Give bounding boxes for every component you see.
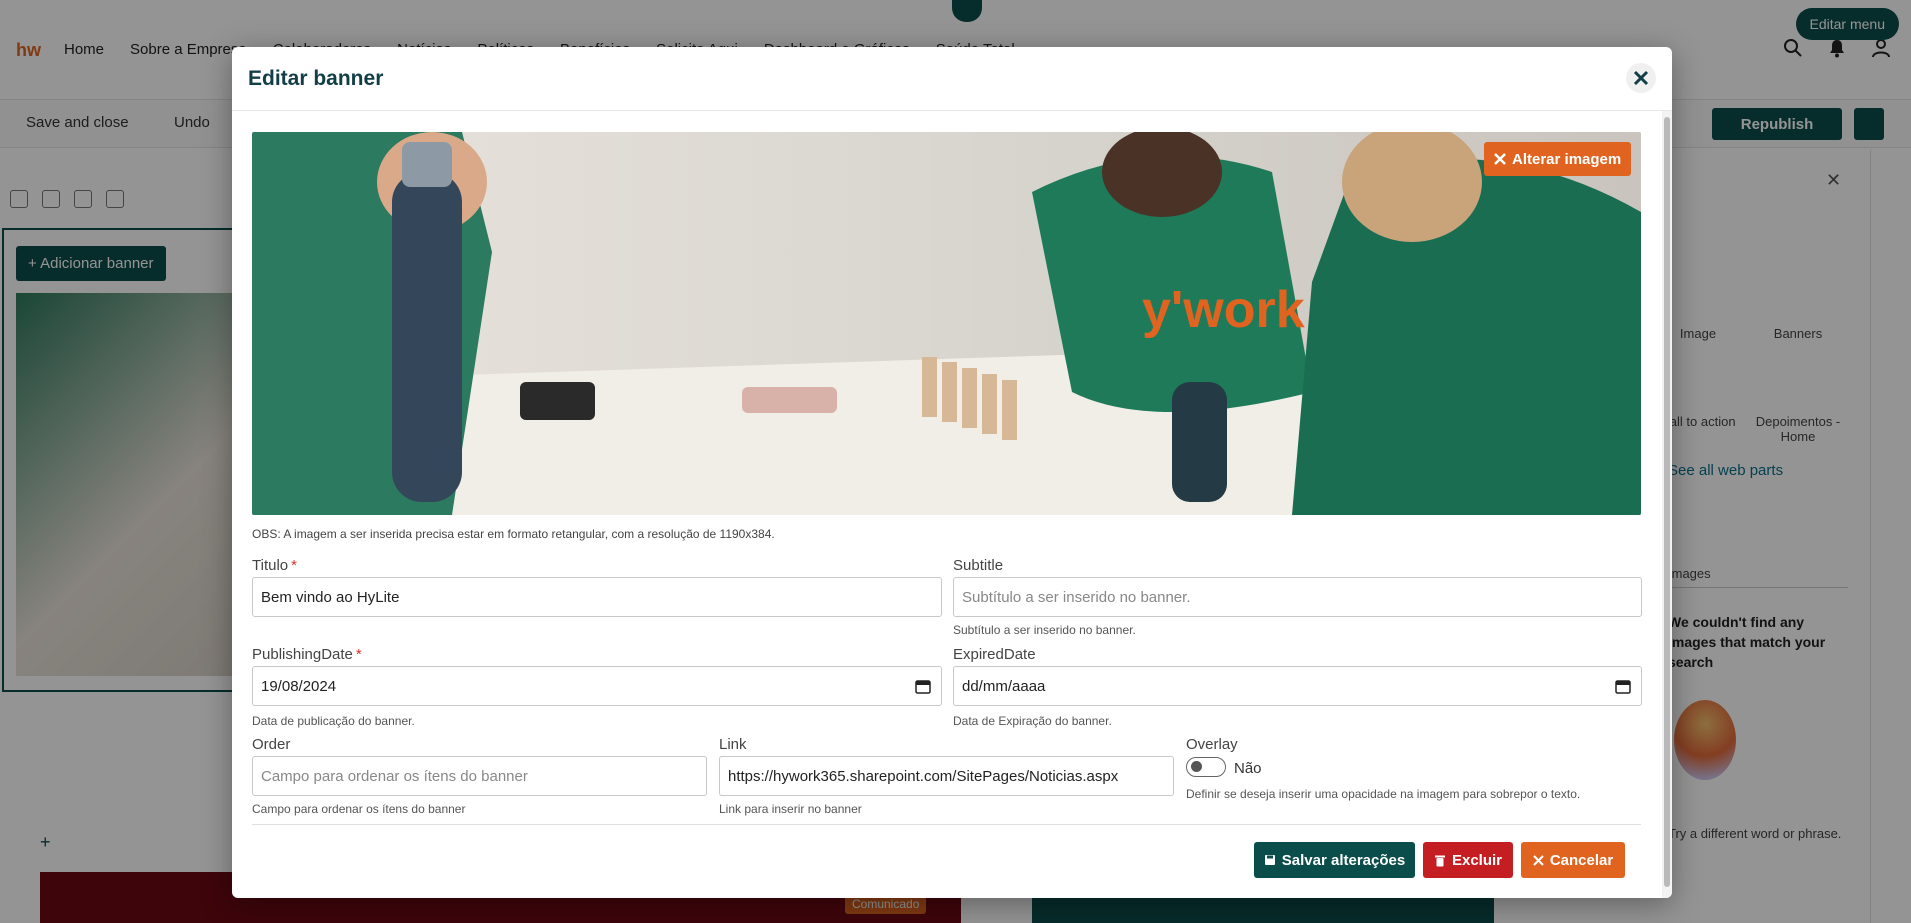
- edit-banner-modal: Editar banner y'work Alterar imagem OBS:…: [232, 47, 1672, 898]
- change-image-button[interactable]: Alterar imagem: [1484, 142, 1632, 176]
- image-note: OBS: A imagem a ser inserida precisa est…: [252, 527, 775, 541]
- close-icon: [1633, 70, 1649, 86]
- floppy-icon: [1264, 855, 1275, 865]
- titulo-label-text: Titulo: [252, 557, 289, 574]
- toggle-knob: [1191, 761, 1202, 772]
- publishing-date-label: PublishingDate *: [252, 646, 362, 663]
- order-label: Order: [252, 736, 291, 753]
- overlay-help: Definir se deseja inserir uma opacidade …: [1186, 787, 1581, 801]
- save-changes-label: Salvar alterações: [1281, 851, 1406, 869]
- banner-image: y'work: [252, 132, 1641, 515]
- trash-icon: [1434, 855, 1445, 866]
- expired-date-input[interactable]: dd/mm/aaaa: [953, 666, 1642, 706]
- publishing-date-value: 19/08/2024: [261, 677, 337, 695]
- link-label: Link: [719, 736, 747, 753]
- required-marker: *: [291, 557, 297, 574]
- modal-scrollbar-thumb[interactable]: [1664, 117, 1670, 887]
- footer-divider: [252, 824, 1641, 825]
- required-marker: *: [355, 646, 362, 663]
- close-icon: [1533, 854, 1544, 866]
- modal-header: Editar banner: [232, 47, 1672, 111]
- titulo-label: Titulo *: [252, 557, 297, 574]
- expired-date-value: dd/mm/aaaa: [962, 677, 1046, 695]
- cancel-button[interactable]: Cancelar: [1521, 842, 1625, 878]
- modal-title: Editar banner: [248, 67, 384, 90]
- calendar-icon[interactable]: [915, 678, 931, 694]
- publishing-date-input[interactable]: 19/08/2024: [252, 666, 942, 706]
- save-changes-button[interactable]: Salvar alterações: [1254, 842, 1415, 878]
- expired-date-help: Data de Expiração do banner.: [953, 714, 1112, 728]
- order-help: Campo para ordenar os ítens do banner: [252, 802, 466, 816]
- order-input[interactable]: Campo para ordenar os ítens do banner: [252, 756, 707, 796]
- overlay-toggle[interactable]: [1186, 757, 1226, 777]
- overlay-toggle-state: Não: [1234, 760, 1262, 777]
- change-image-label: Alterar imagem: [1512, 150, 1622, 168]
- subtitle-input[interactable]: Subtítulo a ser inserido no banner.: [953, 577, 1642, 617]
- svg-text:y'work: y'work: [1142, 281, 1305, 339]
- overlay-label: Overlay: [1186, 736, 1238, 753]
- cancel-label: Cancelar: [1549, 851, 1614, 869]
- delete-label: Excluir: [1451, 851, 1503, 869]
- delete-button[interactable]: Excluir: [1423, 842, 1513, 878]
- expired-date-label: ExpiredDate: [953, 646, 1036, 663]
- close-icon: [1494, 153, 1506, 165]
- calendar-icon[interactable]: [1615, 678, 1631, 694]
- close-modal-button[interactable]: [1626, 63, 1656, 93]
- publishing-date-help: Data de publicação do banner.: [252, 714, 415, 728]
- titulo-input[interactable]: Bem vindo ao HyLite: [252, 577, 942, 617]
- link-help: Link para inserir no banner: [719, 802, 862, 816]
- publishing-date-label-text: PublishingDate: [252, 646, 353, 663]
- subtitle-label: Subtitle: [953, 557, 1004, 574]
- subtitle-help: Subtítulo a ser inserido no banner.: [953, 623, 1136, 637]
- link-input[interactable]: https://hywork365.sharepoint.com/SitePag…: [719, 756, 1174, 796]
